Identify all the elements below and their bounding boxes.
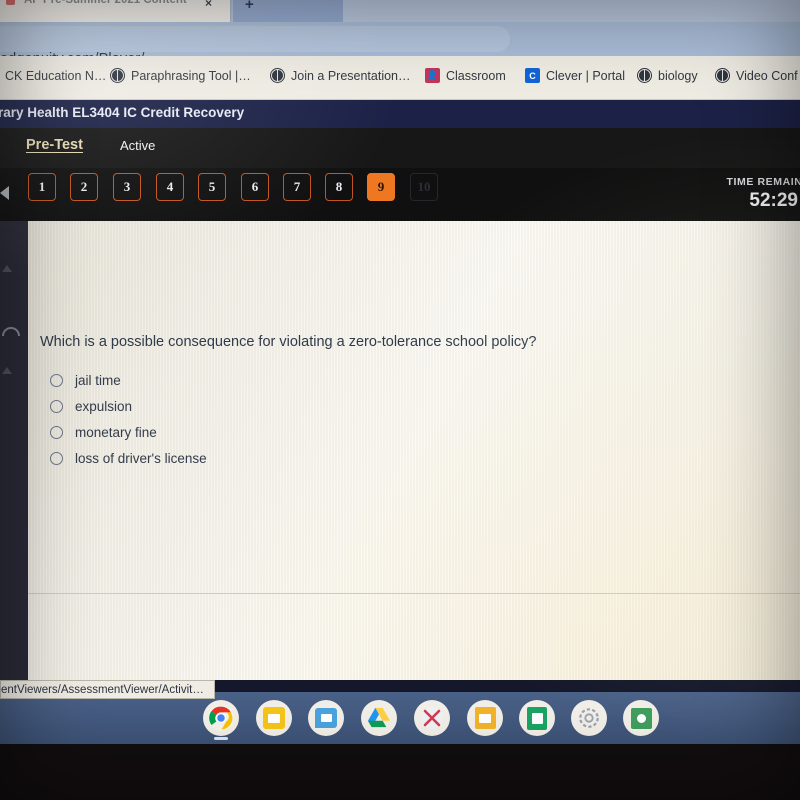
bookmark-video-conf[interactable]: Video Conf — [715, 68, 798, 83]
bookmark-label: CK Education N… — [5, 68, 107, 83]
chromeos-shelf — [0, 692, 800, 744]
assessment-page: Which is a possible consequence for viol… — [28, 221, 800, 680]
bookmark-label: Classroom — [446, 68, 506, 83]
chrome-running-indicator — [214, 737, 228, 740]
answer-option-label: loss of driver's license — [75, 451, 207, 466]
settings-icon[interactable] — [571, 700, 607, 736]
globe-icon — [110, 68, 125, 83]
drive-icon[interactable] — [361, 700, 397, 736]
assessment-subnav: Pre-Test Active — [0, 128, 800, 168]
globe-icon — [637, 68, 652, 83]
tab-close-icon[interactable]: × — [205, 0, 212, 10]
radio-button-icon[interactable] — [50, 400, 63, 413]
question-button-8[interactable]: 8 — [325, 173, 353, 201]
question-button-6[interactable]: 6 — [241, 173, 269, 201]
sheets-icon[interactable] — [519, 700, 555, 736]
tab-pre-test[interactable]: Pre-Test — [26, 137, 83, 153]
answer-option-3[interactable]: monetary fine — [50, 425, 157, 440]
rail-triangle-icon — [2, 367, 12, 374]
question-button-1[interactable]: 1 — [28, 173, 56, 201]
tab-favicon — [6, 0, 15, 5]
answer-option-label: expulsion — [75, 399, 133, 414]
chrome-icon[interactable] — [203, 700, 239, 736]
answer-option-1[interactable]: jail time — [50, 373, 121, 388]
timer-label: TIME REMAINI — [726, 176, 800, 188]
link-preview-status: entViewers/AssessmentViewer/Activit… — [0, 680, 215, 699]
left-rail — [0, 221, 28, 680]
question-button-3[interactable]: 3 — [113, 173, 141, 201]
radio-button-icon[interactable] — [50, 452, 63, 465]
address-bar[interactable] — [0, 26, 510, 52]
bookmark-label: Join a Presentation… — [291, 68, 411, 83]
bookmark-label: Video Conf — [736, 68, 798, 83]
timer-value: 52:29 — [749, 190, 798, 211]
course-header: rary Health EL3404 IC Credit Recovery — [0, 100, 800, 128]
bookmarks-bar: CK Education N… Paraphrasing Tool |… Joi… — [0, 56, 800, 100]
clever-icon: C — [525, 68, 540, 83]
bookmark-label: Clever | Portal — [546, 68, 625, 83]
browser-omnibox-row: edgenuity.com/Player/ — [0, 22, 800, 67]
radio-button-icon[interactable] — [50, 426, 63, 439]
bookmark-ck-education[interactable]: CK Education N… — [0, 68, 106, 83]
question-button-7[interactable]: 7 — [283, 173, 311, 201]
new-tab-icon[interactable]: + — [245, 0, 254, 13]
keep-icon[interactable] — [256, 700, 292, 736]
globe-icon — [715, 68, 730, 83]
bookmark-join-presentation[interactable]: Join a Presentation… — [270, 68, 411, 83]
x-app-icon[interactable] — [414, 700, 450, 736]
wifi-icon — [2, 327, 20, 336]
answer-option-label: jail time — [75, 373, 121, 388]
question-button-2[interactable]: 2 — [70, 173, 98, 201]
globe-icon — [270, 68, 285, 83]
browser-tab-strip: AP Pre-Summer 2021 Content × + — [0, 0, 800, 22]
classroom-icon: 👤 — [425, 68, 440, 83]
footer-divider — [28, 593, 800, 594]
screen-photo: AP Pre-Summer 2021 Content × + edgenuity… — [0, 0, 800, 800]
rail-triangle-icon — [2, 265, 12, 272]
assessment-status: Active — [120, 138, 156, 153]
answer-option-label: monetary fine — [75, 425, 157, 440]
question-text: Which is a possible consequence for viol… — [40, 334, 537, 350]
previous-question-arrow-icon[interactable] — [0, 186, 9, 200]
bookmark-classroom[interactable]: 👤 Classroom — [425, 68, 506, 83]
question-button-4[interactable]: 4 — [156, 173, 184, 201]
chat-icon[interactable] — [308, 700, 344, 736]
radio-button-icon[interactable] — [50, 374, 63, 387]
question-button-5[interactable]: 5 — [198, 173, 226, 201]
question-button-10[interactable]: 10 — [410, 173, 438, 201]
bookmark-biology[interactable]: biology — [637, 68, 698, 83]
contacts-icon[interactable] — [623, 700, 659, 736]
bookmark-paraphrasing-tool[interactable]: Paraphrasing Tool |… — [110, 68, 251, 83]
answer-option-2[interactable]: expulsion — [50, 399, 132, 414]
bookmark-label: Paraphrasing Tool |… — [131, 68, 251, 83]
laptop-bezel — [0, 744, 800, 800]
answer-option-4[interactable]: loss of driver's license — [50, 451, 207, 466]
bookmark-label: biology — [658, 68, 698, 83]
tab-title: AP Pre-Summer 2021 Content — [24, 0, 187, 6]
question-button-9[interactable]: 9 — [367, 173, 395, 201]
edgenuity-app: rary Health EL3404 IC Credit Recovery Pr… — [0, 100, 800, 680]
bookmark-clever-portal[interactable]: C Clever | Portal — [525, 68, 625, 83]
question-number-strip: 1 2 3 4 5 6 7 8 9 10 TIME REMAINI 52:29 — [0, 168, 800, 221]
slides-icon[interactable] — [467, 700, 503, 736]
course-title: rary Health EL3404 IC Credit Recovery — [0, 105, 245, 120]
